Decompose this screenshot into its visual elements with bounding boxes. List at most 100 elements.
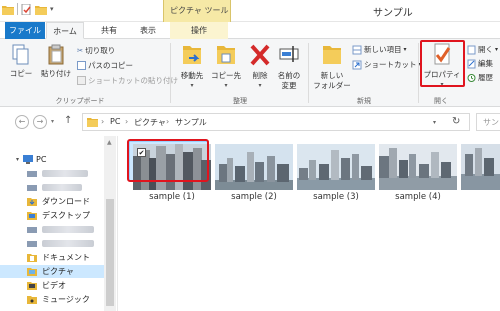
- nav-item-pc[interactable]: ▾ PC: [0, 153, 110, 166]
- paste-button[interactable]: 貼り付け: [38, 44, 74, 79]
- file-item[interactable]: [215, 144, 293, 190]
- up-arrow-icon[interactable]: ↑: [64, 115, 72, 126]
- cut-button[interactable]: ✂ 切り取り: [77, 45, 115, 56]
- history-button[interactable]: 履歴: [467, 72, 493, 83]
- nav-item-drive[interactable]: [0, 167, 110, 180]
- recent-dropdown-icon[interactable]: ▾: [51, 118, 54, 125]
- forward-button[interactable]: →: [33, 115, 47, 129]
- new-item-label: 新しい項目: [364, 45, 402, 54]
- drive-icon: [27, 227, 37, 233]
- open-group-label: 開く: [434, 97, 448, 105]
- nav-item-label: PC: [36, 155, 47, 164]
- open-icon: [467, 45, 476, 54]
- file-item[interactable]: [379, 144, 457, 190]
- tab-file[interactable]: ファイル: [5, 22, 45, 39]
- new-folder-button[interactable]: 新しい フォルダー: [312, 42, 352, 91]
- scroll-up-icon[interactable]: ▲: [107, 139, 112, 146]
- file-name[interactable]: sample (1): [127, 192, 217, 202]
- image-thumbnail: [379, 144, 457, 190]
- copy-path-label: パスのコピー: [88, 61, 133, 70]
- search-placeholder: サン: [483, 118, 499, 127]
- folder-icon: [2, 5, 14, 15]
- new-folder-label-line2: フォルダー: [313, 81, 351, 90]
- tab-share[interactable]: 共有: [89, 22, 129, 39]
- videos-folder-icon: [27, 282, 37, 290]
- cut-label: 切り取り: [85, 46, 116, 55]
- shortcut-button[interactable]: ショートカット ▾: [352, 59, 422, 70]
- tab-view[interactable]: 表示: [129, 22, 167, 39]
- rename-label-line2: 変更: [281, 81, 297, 90]
- copy-to-dropdown-icon: ▾: [224, 82, 228, 89]
- nav-item-documents[interactable]: ドキュメント: [0, 251, 110, 264]
- desktop-folder-icon: [27, 212, 37, 220]
- title-bar: ▾ ピクチャ ツール サンプル: [0, 0, 500, 22]
- nav-item-drive[interactable]: [0, 237, 110, 250]
- nav-scrollbar[interactable]: ▲: [104, 136, 116, 311]
- new-item-button[interactable]: 新しい項目 ▾: [352, 44, 407, 55]
- paste-shortcut-button[interactable]: ショートカットの貼り付け: [77, 75, 178, 86]
- picture-tools-label: ピクチャ ツール: [170, 6, 229, 15]
- redacted-label: [42, 223, 94, 236]
- delete-button[interactable]: 削除 ▾: [248, 42, 272, 91]
- computer-icon: [23, 155, 33, 164]
- scrollbar-thumb[interactable]: [106, 199, 114, 306]
- file-name[interactable]: sample (4): [373, 192, 463, 202]
- copy-folder-icon: [217, 46, 235, 64]
- tab-manage[interactable]: 操作: [170, 22, 228, 39]
- nav-item-drive[interactable]: [0, 223, 110, 236]
- quick-access-toolbar: ▾: [2, 3, 54, 15]
- copy-label: コピー: [9, 69, 33, 78]
- nav-item-videos[interactable]: ビデオ: [0, 279, 110, 292]
- nav-item-label: ミュージック: [42, 295, 90, 304]
- redacted-label: [42, 237, 94, 250]
- move-to-label: 移動先: [180, 71, 204, 80]
- copy-to-button[interactable]: コピー先 ▾: [209, 42, 243, 91]
- breadcrumb-item[interactable]: サンプル: [175, 117, 207, 128]
- copy-button[interactable]: コピー: [8, 44, 34, 79]
- file-name[interactable]: sample (3): [291, 192, 381, 202]
- picture-tools-context-group: ピクチャ ツール: [163, 0, 231, 22]
- file-item[interactable]: [461, 144, 500, 190]
- window-title: サンプル: [373, 8, 413, 19]
- documents-folder-icon: [27, 254, 37, 262]
- nav-item-pictures[interactable]: ピクチャ: [0, 265, 110, 278]
- file-item[interactable]: [297, 144, 375, 190]
- move-to-dropdown-icon: ▾: [190, 82, 194, 89]
- search-input[interactable]: サン: [476, 113, 500, 131]
- nav-item-music[interactable]: ミュージック: [0, 293, 110, 306]
- breadcrumb-item[interactable]: ピクチャ: [134, 117, 166, 128]
- customize-toolbar-icon[interactable]: ▾: [50, 5, 54, 13]
- new-folder-icon[interactable]: [35, 4, 47, 15]
- open-button[interactable]: 開く ▾: [467, 44, 498, 55]
- nav-item-desktop[interactable]: デスクトップ: [0, 209, 110, 222]
- new-group-label: 新規: [357, 97, 371, 105]
- rename-icon: [279, 46, 299, 62]
- address-bar[interactable]: › PC › ピクチャ › サンプル ▾ ↻: [82, 113, 470, 131]
- nav-item-drive[interactable]: [0, 181, 110, 194]
- address-row: ← → ▾ ↑ › PC › ピクチャ › サンプル ▾ ↻ サン: [0, 108, 500, 136]
- breadcrumb-separator-icon: ›: [125, 117, 129, 126]
- edit-button[interactable]: 編集: [467, 58, 493, 69]
- edit-label: 編集: [478, 59, 493, 68]
- expand-arrow-icon[interactable]: ▾: [16, 153, 19, 166]
- refresh-icon[interactable]: ↻: [452, 116, 460, 127]
- move-folder-icon: [183, 46, 201, 64]
- properties-icon[interactable]: [21, 3, 32, 15]
- delete-x-icon: [250, 44, 270, 66]
- paste-label: 貼り付け: [41, 69, 71, 78]
- rename-button[interactable]: 名前の 変更: [274, 42, 304, 91]
- breadcrumb-item[interactable]: PC: [110, 117, 120, 126]
- address-dropdown-icon[interactable]: ▾: [433, 119, 436, 126]
- new-folder-icon: [323, 46, 341, 64]
- history-icon: [467, 73, 476, 82]
- file-name[interactable]: sample (2): [209, 192, 299, 202]
- tab-home[interactable]: ホーム: [46, 22, 84, 39]
- redacted-label: [42, 181, 82, 194]
- move-to-button[interactable]: 移動先 ▾: [174, 42, 210, 91]
- back-button[interactable]: ←: [15, 115, 29, 129]
- open-dropdown-icon: ▾: [495, 46, 499, 53]
- copy-path-button[interactable]: パスのコピー: [77, 60, 133, 71]
- history-label: 履歴: [478, 73, 493, 82]
- copy-path-icon: [77, 61, 86, 70]
- nav-item-downloads[interactable]: ダウンロード: [0, 195, 110, 208]
